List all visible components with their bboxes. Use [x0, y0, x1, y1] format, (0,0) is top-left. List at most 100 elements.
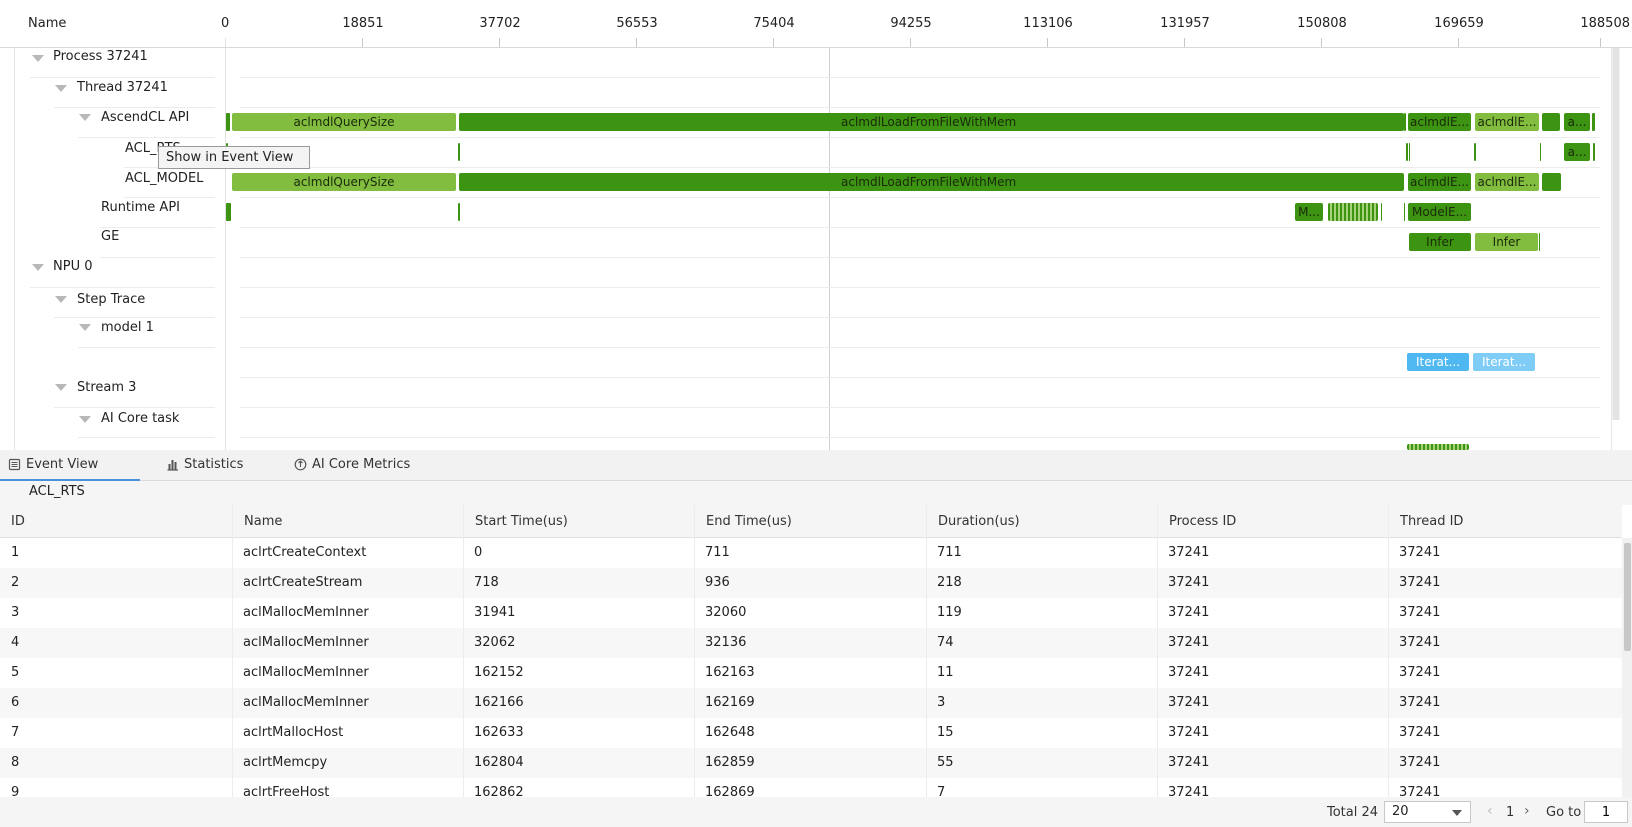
timeline-view[interactable]: Name 0 18851 37702 56553 75404 94255 113… [0, 0, 1632, 450]
event-slice[interactable]: aclmdlLoadFromFileWithMem [459, 173, 1404, 191]
column-header-end-time[interactable]: End Time(us) [694, 505, 926, 538]
event-slice[interactable] [458, 143, 460, 161]
table-row[interactable]: 8 aclrtMemcpy 162804 162859 55 37241 37241 [0, 748, 1622, 778]
event-slice[interactable] [1404, 113, 1406, 131]
event-slice[interactable]: M... [1295, 203, 1323, 221]
event-slice[interactable] [1542, 173, 1561, 191]
goto-page-input[interactable] [1584, 801, 1628, 823]
column-header-thread-id[interactable]: Thread ID [1388, 505, 1622, 538]
cell-start-time: 162804 [474, 755, 524, 770]
column-header-id[interactable]: ID [0, 505, 232, 538]
event-slice[interactable] [226, 203, 231, 221]
event-slice[interactable]: aclmdlLoadFromFileWithMem [459, 113, 1404, 131]
cell-thread-id: 37241 [1399, 605, 1441, 620]
table-row[interactable]: 2 aclrtCreateStream 718 936 218 37241 37241 [0, 568, 1622, 598]
tree-row-ai-core-task[interactable]: AI Core task [101, 411, 179, 426]
event-slice[interactable] [1381, 203, 1382, 221]
expand-toggle-icon[interactable] [32, 264, 44, 271]
tab-statistics[interactable]: Statistics [158, 450, 284, 481]
table-row[interactable]: 9 aclrtFreeHost 162862 162869 7 37241 37241 [0, 778, 1622, 797]
expand-toggle-icon[interactable] [55, 296, 67, 303]
tab-ai-core-metrics[interactable]: AI Core Metrics [286, 450, 436, 481]
event-slice[interactable] [1593, 143, 1595, 161]
event-slice[interactable] [1542, 113, 1560, 131]
event-slice[interactable]: aclmdlQuerySize [232, 173, 456, 191]
event-slice[interactable]: aclmdlE... [1408, 173, 1471, 191]
cell-id: 6 [11, 695, 20, 710]
tree-row-stream-3[interactable]: Stream 3 [77, 380, 136, 395]
table-row[interactable]: 3 aclMallocMemInner 31941 32060 119 37241 3724… [0, 598, 1622, 628]
context-menu-show-in-event-view[interactable]: Show in Event View [158, 146, 310, 169]
column-header-duration[interactable]: Duration(us) [926, 505, 1157, 538]
cell-process-id: 37241 [1168, 635, 1210, 650]
cell-process-id: 37241 [1168, 545, 1210, 560]
event-slice[interactable]: a... [1564, 143, 1590, 161]
event-slice[interactable] [1406, 143, 1408, 161]
next-page-button[interactable]: › [1524, 803, 1530, 819]
tree-row-ge[interactable]: GE [101, 229, 119, 244]
table-row[interactable]: 1 aclrtCreateContext 0 711 711 37241 37241 [0, 538, 1622, 568]
event-slice[interactable]: aclmdlQuerySize [232, 113, 456, 131]
tree-row-model-1[interactable]: model 1 [101, 320, 154, 335]
event-slice[interactable]: Infer [1409, 233, 1471, 251]
tree-row-acl-model[interactable]: ACL_MODEL [125, 171, 203, 186]
current-page[interactable]: 1 [1506, 805, 1514, 820]
cell-duration: 15 [937, 725, 954, 740]
table-row[interactable]: 5 aclMallocMemInner 162152 162163 11 37241 372… [0, 658, 1622, 688]
event-slice[interactable] [1404, 203, 1405, 221]
event-slice[interactable] [1592, 113, 1595, 131]
table-header: ID Name Start Time(us) End Time(us) Dura… [0, 505, 1622, 538]
cell-name: aclMallocMemInner [243, 635, 369, 650]
table-row[interactable]: 7 aclrtMallocHost 162633 162648 15 37241 37241 [0, 718, 1622, 748]
event-slice[interactable] [226, 113, 230, 131]
page-size-select[interactable]: 20 [1384, 801, 1471, 823]
event-slice-cluster[interactable] [1328, 203, 1378, 221]
row-separator [54, 407, 215, 408]
tree-row-runtime-api[interactable]: Runtime API [101, 200, 180, 215]
tree-row-npu[interactable]: NPU 0 [53, 259, 92, 274]
bar-chart-icon [167, 460, 178, 471]
event-slice[interactable] [1539, 233, 1540, 251]
tick-line [1458, 38, 1459, 47]
expand-toggle-icon[interactable] [79, 416, 91, 423]
tree-row-thread[interactable]: Thread 37241 [77, 80, 168, 95]
expand-toggle-icon[interactable] [79, 324, 91, 331]
column-header-name[interactable]: Name [232, 505, 463, 538]
cell-id: 2 [11, 575, 20, 590]
event-slice[interactable]: aclmdlE... [1408, 113, 1471, 131]
event-slice[interactable]: ModelE... [1408, 203, 1471, 221]
expand-toggle-icon[interactable] [32, 55, 44, 62]
table-vertical-scrollbar[interactable] [1622, 538, 1632, 797]
event-slice[interactable]: aclmdlE... [1475, 173, 1539, 191]
column-header-start-time[interactable]: Start Time(us) [463, 505, 694, 538]
cell-end-time: 162169 [705, 695, 755, 710]
expand-toggle-icon[interactable] [79, 114, 91, 121]
iteration-slice[interactable]: Iterat... [1473, 353, 1535, 371]
event-slice[interactable]: Infer [1475, 233, 1538, 251]
expand-toggle-icon[interactable] [55, 85, 67, 92]
event-slice[interactable] [1474, 143, 1476, 161]
event-slice[interactable]: aclmdlE... [1475, 113, 1539, 131]
prev-page-button[interactable]: ‹ [1487, 803, 1493, 819]
scrollbar-thumb[interactable] [1624, 543, 1631, 651]
tree-row-step-trace[interactable]: Step Trace [77, 292, 145, 307]
expand-toggle-icon[interactable] [55, 384, 67, 391]
event-slice[interactable] [1409, 143, 1410, 161]
lane-separator [240, 137, 1600, 138]
event-slice[interactable]: a... [1564, 113, 1590, 131]
event-slice[interactable] [458, 203, 460, 221]
iteration-slice[interactable]: Iterat... [1407, 353, 1469, 371]
timeline-vertical-scrollbar[interactable] [1612, 48, 1620, 420]
tree-row-process[interactable]: Process 37241 [53, 49, 148, 64]
scrollbar-thumb[interactable] [1613, 48, 1619, 420]
table-row[interactable]: 4 aclMallocMemInner 32062 32136 74 37241 37241 [0, 628, 1622, 658]
table-row[interactable]: 6 aclMallocMemInner 162166 162169 3 37241 3724… [0, 688, 1622, 718]
time-ruler[interactable]: Name 0 18851 37702 56553 75404 94255 113… [0, 0, 1632, 48]
cell-start-time: 718 [474, 575, 499, 590]
tick-line [499, 38, 500, 47]
tab-event-view[interactable]: Event View [0, 450, 140, 481]
tick-line [362, 38, 363, 47]
column-header-process-id[interactable]: Process ID [1157, 505, 1388, 538]
event-slice[interactable] [1540, 143, 1541, 161]
tree-row-ascendcl-api[interactable]: AscendCL API [101, 110, 189, 125]
